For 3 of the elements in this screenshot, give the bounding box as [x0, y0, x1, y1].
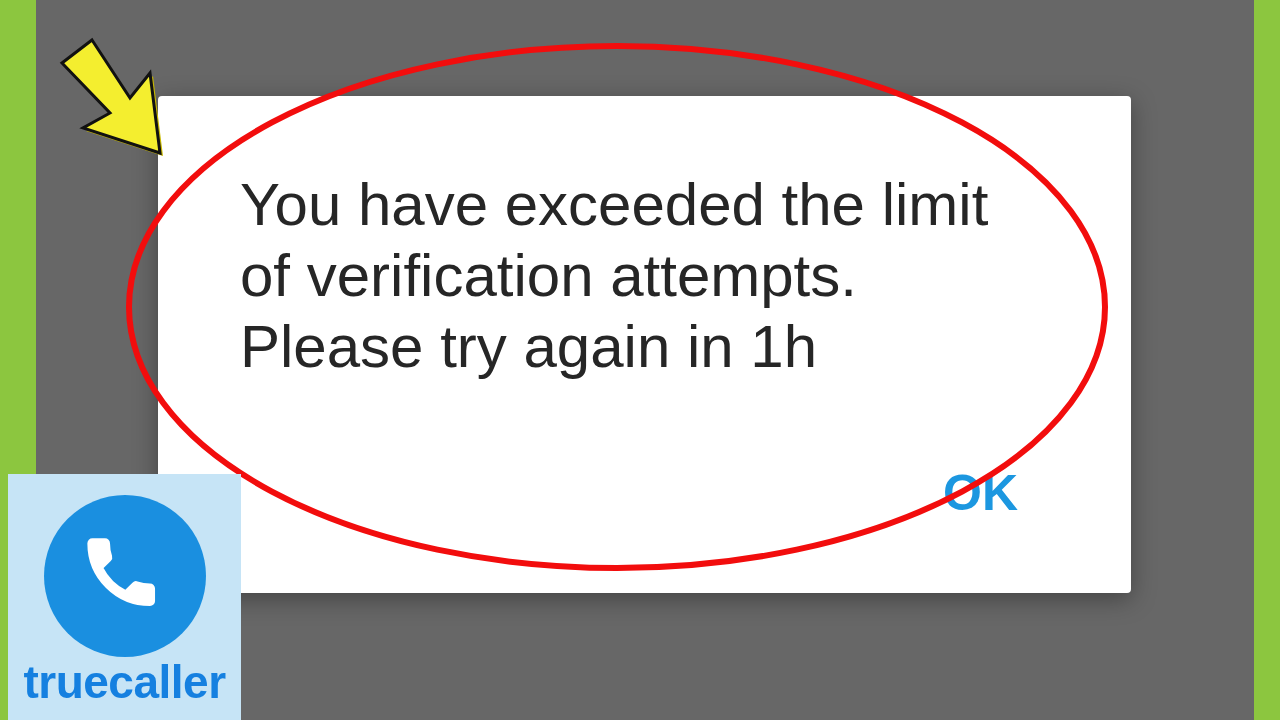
dialog-message: You have exceeded the limit of verification attempts. Please try again in 1h [240, 170, 990, 382]
arrow-icon [58, 37, 166, 157]
phone-icon [43, 495, 206, 657]
